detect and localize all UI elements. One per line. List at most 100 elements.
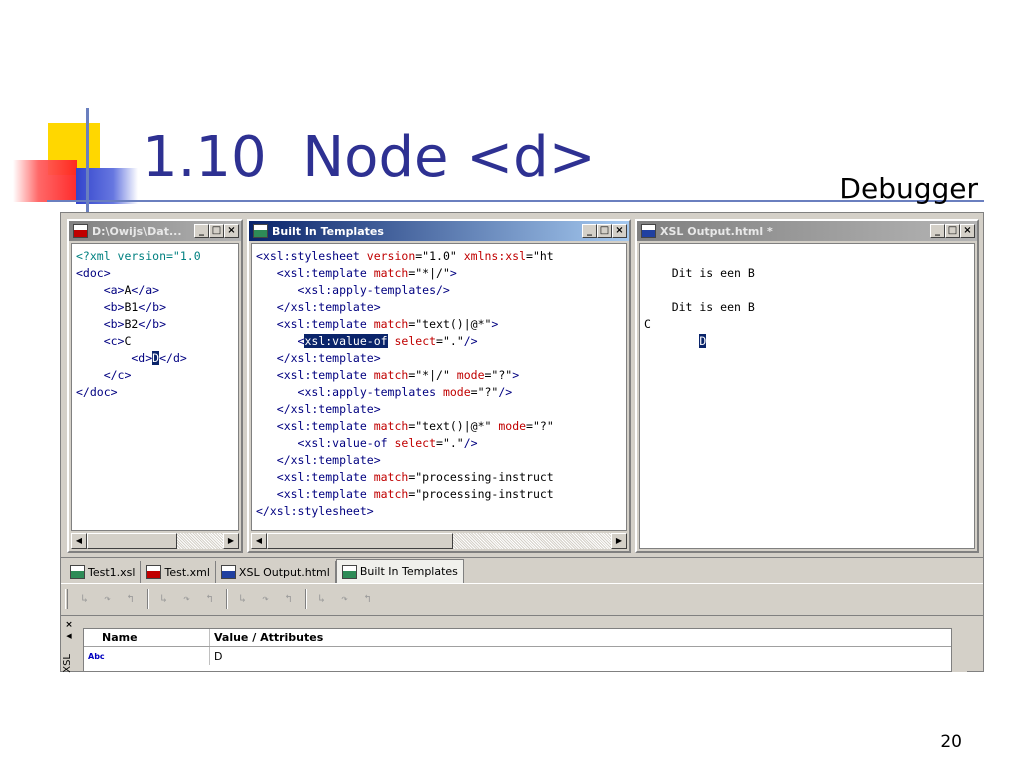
properties-vertical-scrollbar[interactable] bbox=[951, 628, 967, 672]
locals-icon[interactable]: ↷ bbox=[334, 589, 354, 609]
decor-vertical-line bbox=[86, 108, 89, 220]
code-token: version bbox=[366, 249, 416, 263]
code-line[interactable]: <b>B2</b> bbox=[76, 316, 238, 333]
close-button[interactable]: × bbox=[612, 224, 627, 238]
code-token: ="?" bbox=[526, 419, 554, 433]
debug-toolbar: ↳ ↷ ↰ ↳ ↷ ↰ ↳ ↷ ↰ ↳ ↷ ↰ bbox=[61, 583, 983, 613]
scroll-right-icon[interactable]: ▶ bbox=[611, 533, 627, 549]
code-line[interactable]: </c> bbox=[76, 367, 238, 384]
maximize-button[interactable]: □ bbox=[209, 224, 224, 238]
table-row[interactable]: Abc D bbox=[84, 647, 966, 665]
toolbar-separator bbox=[226, 588, 228, 609]
code-line[interactable]: Dit is een B bbox=[644, 265, 974, 282]
code-line[interactable]: <xsl:stylesheet version="1.0" xmlns:xsl=… bbox=[256, 248, 626, 265]
clear-breakpoints-icon[interactable]: ↰ bbox=[199, 589, 219, 609]
maximize-button[interactable]: □ bbox=[597, 224, 612, 238]
templates-horizontal-scrollbar[interactable]: ◀ ▶ bbox=[251, 533, 627, 549]
maximize-button[interactable]: □ bbox=[945, 224, 960, 238]
column-value-header[interactable]: Value / Attributes bbox=[210, 629, 966, 646]
code-line[interactable]: <doc> bbox=[76, 265, 238, 282]
collapse-arrow-icon[interactable]: ◀ bbox=[61, 632, 77, 640]
close-panel-icon[interactable]: × bbox=[61, 620, 77, 630]
code-line[interactable]: <b>B1</b> bbox=[76, 299, 238, 316]
output-pane[interactable]: XSL Output.html * _ □ × Dit is een B Dit… bbox=[635, 219, 979, 553]
code-line[interactable]: C bbox=[644, 316, 974, 333]
templates-pane-titlebar[interactable]: Built In Templates _ □ × bbox=[249, 221, 629, 241]
code-line[interactable] bbox=[644, 282, 974, 299]
run-to-cursor-icon[interactable]: ↳ bbox=[153, 589, 173, 609]
code-line[interactable]: <xsl:value-of select="."/> bbox=[256, 435, 626, 452]
close-button[interactable]: × bbox=[960, 224, 975, 238]
scroll-left-icon[interactable]: ◀ bbox=[71, 533, 87, 549]
code-line[interactable]: <xsl:template match="*|/"> bbox=[256, 265, 626, 282]
step-over-icon[interactable]: ↷ bbox=[97, 589, 117, 609]
tab-built-in-templates[interactable]: Built In Templates bbox=[335, 559, 464, 583]
breakpoint-icon[interactable]: ↷ bbox=[176, 589, 196, 609]
code-line[interactable]: </xsl:template> bbox=[256, 452, 626, 469]
code-line[interactable]: <xsl:apply-templates/> bbox=[256, 282, 626, 299]
close-button[interactable]: × bbox=[224, 224, 239, 238]
minimize-button[interactable]: _ bbox=[930, 224, 945, 238]
code-line[interactable]: Dit is een B bbox=[644, 299, 974, 316]
code-line[interactable]: </xsl:stylesheet> bbox=[256, 503, 626, 520]
code-token: </xsl:template> bbox=[256, 351, 381, 365]
templates-editor[interactable]: <xsl:stylesheet version="1.0" xmlns:xsl=… bbox=[251, 243, 627, 531]
toolbar-grip[interactable] bbox=[65, 588, 68, 609]
code-line[interactable]: </xsl:template> bbox=[256, 401, 626, 418]
page-number: 20 bbox=[940, 732, 962, 752]
xml-pane-titlebar[interactable]: D:\Owijs\Dat... _ □ × bbox=[69, 221, 241, 241]
code-line[interactable]: </xsl:template> bbox=[256, 299, 626, 316]
minimize-button[interactable]: _ bbox=[582, 224, 597, 238]
step-into-icon[interactable]: ↳ bbox=[74, 589, 94, 609]
code-line[interactable]: <c>C bbox=[76, 333, 238, 350]
code-line[interactable]: </doc> bbox=[76, 384, 238, 401]
xml-editor[interactable]: <?xml version="1.0 <doc> <a>A</a> <b>B1</… bbox=[71, 243, 239, 531]
xml-horizontal-scrollbar[interactable]: ◀ ▶ bbox=[71, 533, 239, 549]
scroll-track[interactable] bbox=[453, 533, 611, 549]
code-line[interactable]: <xsl:template match="text()|@*"> bbox=[256, 316, 626, 333]
properties-header: Name Value / Attributes bbox=[84, 629, 966, 647]
code-line[interactable]: <d>D</d> bbox=[76, 350, 238, 367]
xml-source-pane[interactable]: D:\Owijs\Dat... _ □ × <?xml version="1.0… bbox=[67, 219, 243, 553]
minimize-button[interactable]: _ bbox=[194, 224, 209, 238]
start-debug-icon[interactable]: ↳ bbox=[232, 589, 252, 609]
code-line[interactable]: D bbox=[644, 333, 974, 350]
stop-debug-icon[interactable]: ↷ bbox=[255, 589, 275, 609]
properties-grid[interactable]: Name Value / Attributes Abc D bbox=[83, 628, 967, 672]
code-token: </c> bbox=[76, 368, 132, 382]
code-line[interactable]: <xsl:apply-templates mode="?"/> bbox=[256, 384, 626, 401]
tab-test-xml[interactable]: Test.xml bbox=[141, 561, 216, 583]
code-token: ="1.0" bbox=[415, 249, 464, 263]
code-line[interactable]: <a>A</a> bbox=[76, 282, 238, 299]
scroll-right-icon[interactable]: ▶ bbox=[223, 533, 239, 549]
templates-pane[interactable]: Built In Templates _ □ × <xsl:stylesheet… bbox=[247, 219, 631, 553]
scroll-left-icon[interactable]: ◀ bbox=[251, 533, 267, 549]
watch-icon[interactable]: ↳ bbox=[311, 589, 331, 609]
scroll-thumb[interactable] bbox=[267, 533, 453, 549]
code-line[interactable]: <?xml version="1.0 bbox=[76, 248, 238, 265]
code-line[interactable] bbox=[644, 248, 974, 265]
code-line[interactable]: <xsl:template match="*|/" mode="?"> bbox=[256, 367, 626, 384]
code-line[interactable]: <xsl:template match="text()|@*" mode="?" bbox=[256, 418, 626, 435]
tab-test1-xsl[interactable]: Test1.xsl bbox=[65, 561, 142, 583]
output-view[interactable]: Dit is een B Dit is een B C D bbox=[639, 243, 975, 549]
step-out-icon[interactable]: ↰ bbox=[120, 589, 140, 609]
scroll-thumb[interactable] bbox=[87, 533, 177, 549]
code-token: /> bbox=[463, 436, 478, 450]
code-line[interactable]: <xsl:template match="processing-instruct bbox=[256, 469, 626, 486]
tab-xsl-output-html[interactable]: XSL Output.html bbox=[216, 561, 336, 583]
code-token: <b> bbox=[76, 317, 125, 331]
code-token: /> bbox=[498, 385, 513, 399]
output-pane-titlebar[interactable]: XSL Output.html * _ □ × bbox=[637, 221, 977, 241]
html-file-icon bbox=[220, 565, 236, 579]
code-token: <b> bbox=[76, 300, 125, 314]
restart-icon[interactable]: ↰ bbox=[278, 589, 298, 609]
scroll-track[interactable] bbox=[177, 533, 223, 549]
code-line[interactable]: </xsl:template> bbox=[256, 350, 626, 367]
code-token: C bbox=[644, 317, 651, 331]
callstack-icon[interactable]: ↰ bbox=[357, 589, 377, 609]
xml-pane-title: D:\Owijs\Dat... bbox=[92, 224, 182, 238]
code-line[interactable]: <xsl:template match="processing-instruct bbox=[256, 486, 626, 503]
column-name-header[interactable]: Name bbox=[84, 629, 210, 646]
code-line[interactable]: <xsl:value-of select="."/> bbox=[256, 333, 626, 350]
